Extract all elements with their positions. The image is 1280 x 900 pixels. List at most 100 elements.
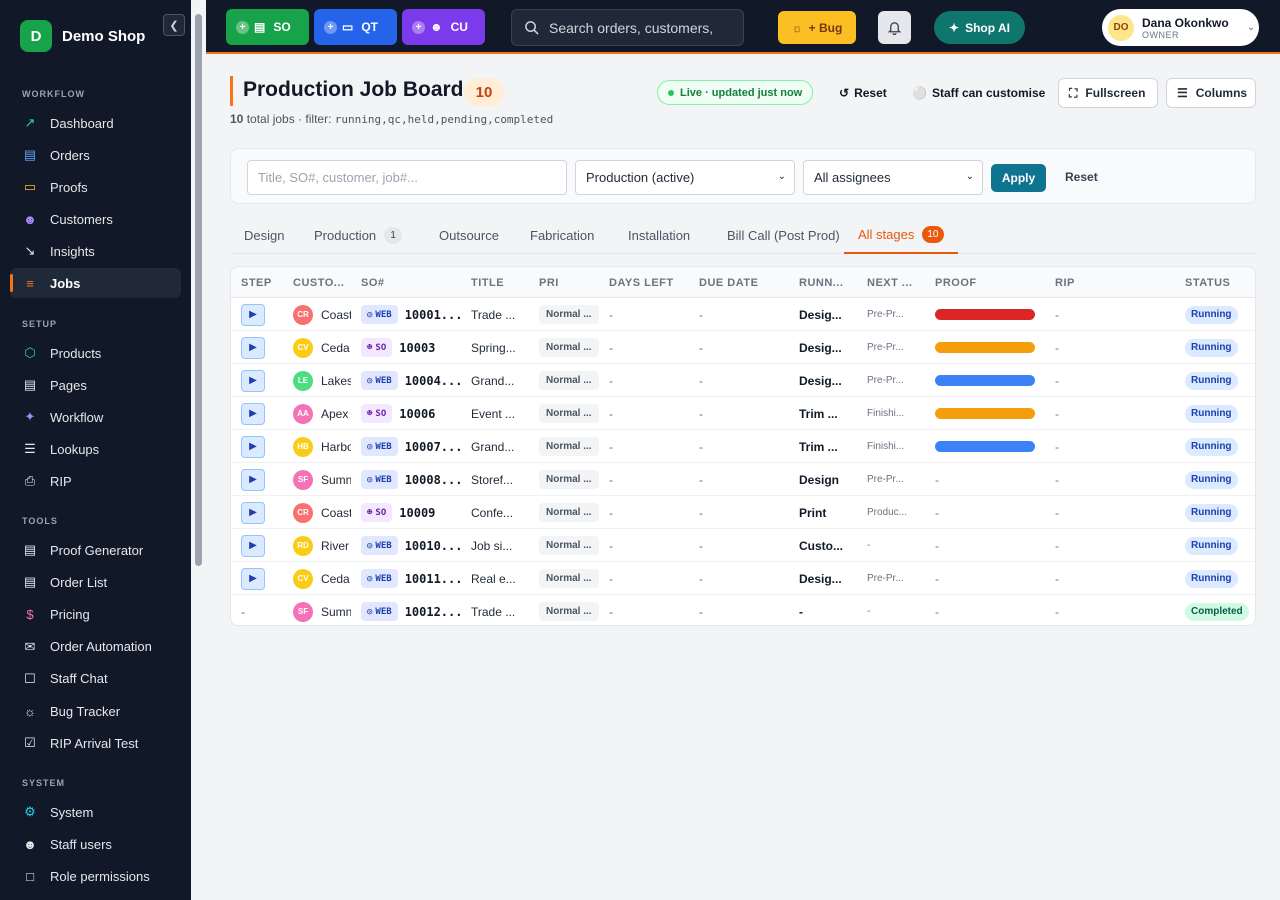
brand[interactable]: D Demo Shop: [20, 20, 145, 52]
so-number[interactable]: 10011...: [405, 572, 463, 586]
sidebar-item-pricing[interactable]: $ Pricing: [10, 599, 181, 629]
so-number[interactable]: 10012...: [405, 605, 463, 619]
so-cell[interactable]: ☻ SO 10006: [361, 397, 467, 430]
so-number[interactable]: 10008...: [405, 473, 463, 487]
sidebar-item-order-list[interactable]: ▤ Order List: [10, 567, 181, 597]
so-number[interactable]: 10009: [399, 506, 435, 520]
column-header[interactable]: TITLE: [471, 277, 504, 289]
column-header[interactable]: NEXT ...: [867, 277, 913, 289]
so-number[interactable]: 10001...: [405, 308, 463, 322]
sidebar-item-customers[interactable]: ☻ Customers: [10, 204, 181, 234]
quick-create-qt-button[interactable]: + ▭ QT: [314, 9, 397, 45]
sidebar-item-lookups[interactable]: ☰ Lookups: [10, 434, 181, 464]
apply-button[interactable]: Apply: [991, 164, 1046, 192]
column-header[interactable]: DUE DATE: [699, 277, 758, 289]
collapse-sidebar-button[interactable]: ❮: [163, 14, 185, 36]
so-cell[interactable]: ☻ SO 10003: [361, 331, 467, 364]
scroll-thumb[interactable]: [195, 14, 202, 566]
table-row[interactable]: ▶ CR Coast ◎ WEB 10001... Trade ... Normal ... -…: [231, 298, 1255, 331]
play-step-button[interactable]: ▶: [241, 534, 265, 557]
play-step-button[interactable]: ▶: [241, 303, 265, 326]
sidebar-item-proof-generator[interactable]: ▤ Proof Generator: [10, 535, 181, 565]
sidebar-item-pages[interactable]: ▤ Pages: [10, 370, 181, 400]
so-cell[interactable]: ◎ WEB 10004...: [361, 364, 467, 397]
assignee-select[interactable]: All assignees ⌄: [803, 160, 983, 195]
tab-all-stages[interactable]: All stages 10: [844, 216, 958, 254]
sidebar-item-proofs[interactable]: ▭ Proofs: [10, 172, 181, 202]
columns-button[interactable]: ☰ Columns: [1166, 78, 1256, 108]
so-cell[interactable]: ◎ WEB 10010...: [361, 529, 467, 562]
so-cell[interactable]: ◎ WEB 10007...: [361, 430, 467, 463]
column-header[interactable]: SO#: [361, 277, 385, 289]
sidebar-item-staff-users[interactable]: ☻ Staff users: [10, 829, 181, 859]
table-row[interactable]: - SF Sumn ◎ WEB 10012... Trade ... Normal ... - -…: [231, 595, 1255, 625]
tab-installation[interactable]: Installation: [628, 216, 690, 254]
filter-reset-button[interactable]: Reset: [1065, 170, 1098, 184]
tab-production[interactable]: Production 1: [314, 216, 403, 254]
table-row[interactable]: ▶ AA Apex ☻ SO 10006 Event ... Normal ... - - Trim…: [231, 397, 1255, 430]
tab-design[interactable]: Design: [244, 216, 284, 254]
sidebar-item-order-automation[interactable]: ✉ Order Automation: [10, 632, 181, 662]
play-step-button[interactable]: ▶: [241, 468, 265, 491]
reset-view-button[interactable]: ↺ Reset: [839, 86, 887, 100]
sidebar-scrollbar[interactable]: [191, 0, 206, 900]
table-row[interactable]: ▶ HB Harbo ◎ WEB 10007... Grand... Normal ... - -…: [231, 430, 1255, 463]
sidebar-item-bug-tracker[interactable]: ☼ Bug Tracker: [10, 696, 181, 726]
so-number[interactable]: 10006: [399, 407, 435, 421]
table-row[interactable]: ▶ CR Coast ☻ SO 10009 Confe... Normal ... - - Prin…: [231, 496, 1255, 529]
column-header[interactable]: RUNN...: [799, 277, 843, 289]
column-header[interactable]: PROOF: [935, 277, 977, 289]
so-cell[interactable]: ◎ WEB 10008...: [361, 463, 467, 496]
tab-bill-call-post-prod-[interactable]: Bill Call (Post Prod): [727, 216, 840, 254]
proof-status-bar[interactable]: [935, 375, 1035, 386]
table-row[interactable]: ▶ RD River ◎ WEB 10010... Job si... Normal ... -…: [231, 529, 1255, 562]
sidebar-item-rip-arrival-test[interactable]: ☑ RIP Arrival Test: [10, 728, 181, 758]
proof-status-bar[interactable]: [935, 342, 1035, 353]
sidebar-item-jobs[interactable]: ≡ Jobs: [10, 268, 181, 298]
job-search-input[interactable]: Title, SO#, customer, job#...: [247, 160, 567, 195]
so-number[interactable]: 10010...: [405, 539, 463, 553]
global-search-input[interactable]: Search orders, customers,: [511, 9, 744, 46]
so-cell[interactable]: ◎ WEB 10012...: [361, 595, 467, 625]
quick-create-cu-button[interactable]: + ☻ CU: [402, 9, 485, 45]
so-number[interactable]: 10007...: [405, 440, 463, 454]
user-menu[interactable]: DO Dana Okonkwo OWNER ⌄: [1102, 9, 1259, 46]
sidebar-item-rip[interactable]: ⎙ RIP: [10, 466, 181, 496]
play-step-button[interactable]: ▶: [241, 501, 265, 524]
fullscreen-button[interactable]: ⛶ Fullscreen: [1058, 78, 1158, 108]
column-header[interactable]: PRI: [539, 277, 559, 289]
table-row[interactable]: ▶ LE Lakes ◎ WEB 10004... Grand... Normal ... - -…: [231, 364, 1255, 397]
proof-status-bar[interactable]: [935, 309, 1035, 320]
column-header[interactable]: CUSTO...: [293, 277, 344, 289]
proof-status-bar[interactable]: [935, 408, 1035, 419]
stage-select[interactable]: Production (active) ⌄: [575, 160, 795, 195]
sidebar-item-workflow[interactable]: ✦ Workflow: [10, 402, 181, 432]
column-header[interactable]: RIP: [1055, 277, 1075, 289]
column-header[interactable]: STEP: [241, 277, 272, 289]
column-header[interactable]: DAYS LEFT: [609, 277, 674, 289]
proof-status-bar[interactable]: [935, 441, 1035, 452]
notifications-button[interactable]: [878, 11, 911, 44]
column-header[interactable]: STATUS: [1185, 277, 1230, 289]
sidebar-item-dashboard[interactable]: ↗ Dashboard: [10, 108, 181, 138]
so-number[interactable]: 10004...: [405, 374, 463, 388]
sidebar-item-orders[interactable]: ▤ Orders: [10, 140, 181, 170]
play-step-button[interactable]: ▶: [241, 567, 265, 590]
so-cell[interactable]: ☻ SO 10009: [361, 496, 467, 529]
quick-create-so-button[interactable]: + ▤ SO: [226, 9, 309, 45]
table-row[interactable]: ▶ CV Ceda ◎ WEB 10011... Real e... Normal ... - -…: [231, 562, 1255, 595]
tab-outsource[interactable]: Outsource: [439, 216, 499, 254]
sidebar-item-insights[interactable]: ↘ Insights: [10, 236, 181, 266]
sidebar-item-staff-chat[interactable]: ☐ Staff Chat: [10, 664, 181, 694]
play-step-button[interactable]: ▶: [241, 336, 265, 359]
play-step-button[interactable]: ▶: [241, 369, 265, 392]
so-cell[interactable]: ◎ WEB 10001...: [361, 298, 467, 331]
tab-fabrication[interactable]: Fabrication: [530, 216, 594, 254]
report-bug-button[interactable]: ☼ + Bug: [778, 11, 856, 44]
sidebar-item-system[interactable]: ⚙ System: [10, 797, 181, 827]
play-step-button[interactable]: ▶: [241, 435, 265, 458]
so-cell[interactable]: ◎ WEB 10011...: [361, 562, 467, 595]
sidebar-item-role-permissions[interactable]: □ Role permissions: [10, 861, 181, 891]
table-row[interactable]: ▶ CV Ceda ☻ SO 10003 Spring... Normal ... - - Desi…: [231, 331, 1255, 364]
sidebar-item-products[interactable]: ⬡ Products: [10, 338, 181, 368]
